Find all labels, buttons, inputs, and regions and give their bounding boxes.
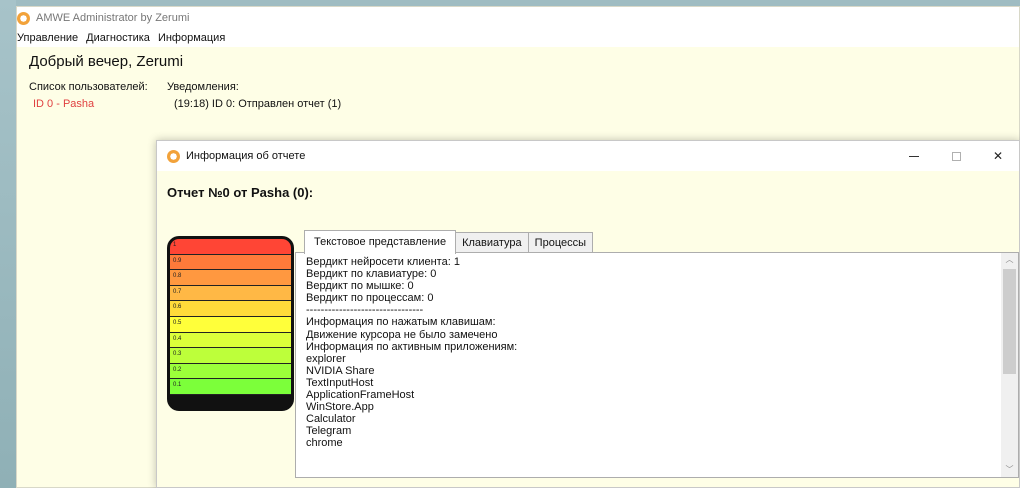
menu-item-manage[interactable]: Управление [17,32,82,44]
report-text-line: ApplicationFrameHost [306,389,415,402]
report-text-line: Calculator [306,413,356,426]
maximize-icon [951,151,961,161]
scale-level: 0.4 [170,332,291,349]
scroll-up-icon[interactable]: ︿ [1001,253,1018,267]
app-icon [167,149,180,163]
report-text-line: Информация по нажатым клавишам: [306,316,496,329]
maximize-button[interactable] [935,141,977,171]
report-title: Отчет №0 от Pasha (0): [167,185,314,200]
report-text-line: -------------------------------- [306,304,424,317]
scroll-down-icon[interactable]: ﹀ [1001,463,1018,477]
report-text-line: Информация по активным приложениям: [306,340,518,353]
scale-level: 0.6 [170,301,291,317]
report-text-line: Вердикт нейросети клиента: 1 [306,256,460,268]
scale-level: 0.5 [170,316,291,333]
report-info-dialog: Информация об отчете ✕ Отчет №0 от Pasha… [156,140,1020,488]
dialog-titlebar[interactable]: Информация об отчете ✕ [157,141,1019,171]
tab-text-view[interactable]: Текстовое представление [304,230,457,254]
minimize-icon [909,155,919,157]
tab-strip: Текстовое представление Клавиатура Проце… [304,230,594,254]
main-titlebar[interactable]: AMWE Administrator by Zerumi [17,7,1019,29]
tab-processes[interactable]: Процессы [527,232,594,253]
desktop-background-left [0,0,16,488]
scale-level: 0.7 [170,285,291,302]
scale-level: 0.3 [170,348,291,364]
menu-bar: Управление Диагностика Информация [17,29,1019,47]
menu-item-info[interactable]: Информация [158,32,229,44]
vertical-scrollbar[interactable]: ︿ ﹀ [1001,253,1018,477]
report-text-line: Telegram [306,425,352,438]
report-text-line: Движение курсора не было замечено [306,328,498,341]
menu-item-diagnostics[interactable]: Диагностика [86,32,154,44]
report-text-line: Вердикт по мышке: 0 [306,280,414,293]
app-icon [17,11,30,25]
main-window-title: AMWE Administrator by Zerumi [36,12,190,24]
report-text-line: NVIDIA Share [306,364,375,377]
scroll-thumb[interactable] [1003,269,1016,374]
report-text-line: TextInputHost [306,376,374,389]
user-list-item[interactable]: ID 0 - Pasha [33,98,94,110]
scale-level: 0.1 [170,379,291,395]
report-text-line: explorer [306,352,346,365]
tab-keyboard[interactable]: Клавиатура [455,232,529,253]
report-text-content: Вердикт нейросети клиента: 1 Вердикт по к… [306,256,517,450]
report-text-line: WinStore.App [306,401,374,414]
scale-level: 0.9 [170,254,291,271]
scale-level: 0.8 [170,270,291,286]
close-button[interactable]: ✕ [977,141,1019,171]
report-text-line: Вердикт по процессам: 0 [306,292,434,305]
dialog-title: Информация об отчете [186,150,306,162]
scale-level: 1 [170,239,291,255]
minimize-button[interactable] [893,141,935,171]
notification-item[interactable]: (19:18) ID 0: Отправлен отчет (1) [174,98,341,110]
greeting-heading: Добрый вечер, Zerumi [29,53,184,70]
report-text-line: Вердикт по клавиатуре: 0 [306,268,437,281]
verdict-scale: 1 0.9 0.8 0.7 0.6 0.5 0.4 0.3 0.2 0.1 [167,236,294,411]
report-text-area[interactable]: Вердикт нейросети клиента: 1 Вердикт по к… [295,252,1019,478]
report-text-line: chrome [306,437,343,450]
scale-level: 0.2 [170,363,291,380]
users-list-label: Список пользователей: [29,81,148,93]
window-controls: ✕ [893,141,1019,171]
notifications-label: Уведомления: [167,81,239,93]
